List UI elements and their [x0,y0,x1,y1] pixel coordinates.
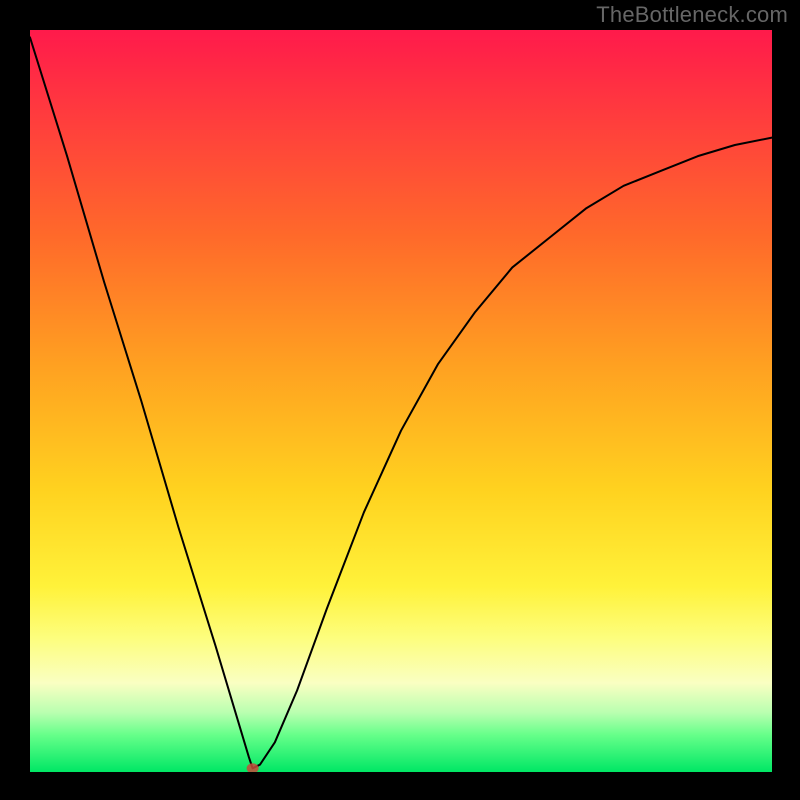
plot-svg [30,30,772,772]
chart-frame: TheBottleneck.com [0,0,800,800]
bottleneck-curve [30,37,772,768]
watermark-text: TheBottleneck.com [596,2,788,28]
plot-area [30,30,772,772]
curve-min-marker [247,763,259,772]
